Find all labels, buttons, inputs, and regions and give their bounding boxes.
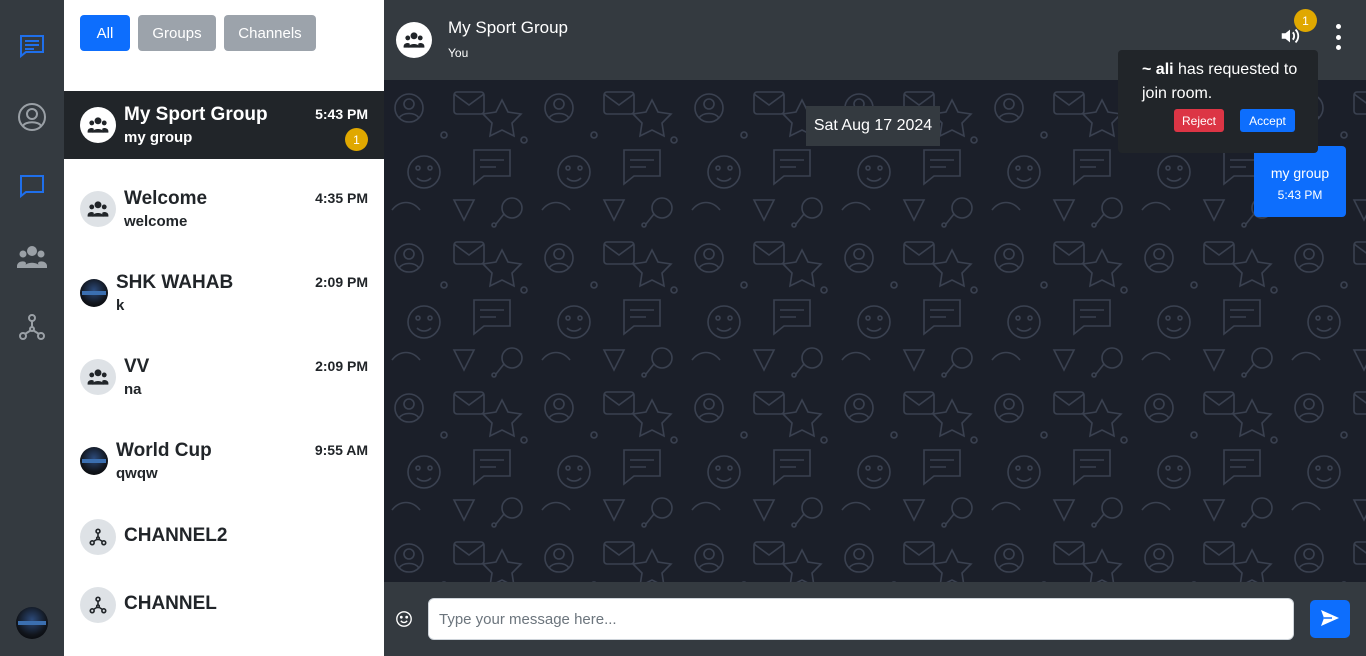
more-options-icon[interactable] xyxy=(1328,24,1348,50)
chat-last-message: welcome xyxy=(124,213,188,230)
chat-name: My Sport Group xyxy=(124,104,268,125)
chat-time: 4:35 PM xyxy=(315,190,368,206)
chat-name: Welcome xyxy=(124,188,208,209)
doodle-background xyxy=(384,80,1366,582)
chat-time: 2:09 PM xyxy=(315,274,368,290)
chat-last-message: my group xyxy=(124,129,193,146)
chat-last-message: na xyxy=(124,381,142,398)
people-group-icon[interactable] xyxy=(16,241,48,273)
message-input[interactable] xyxy=(428,598,1294,640)
chat-time: 5:43 PM xyxy=(315,106,368,122)
messages-area: Sat Aug 17 2024 my group 5:43 PM xyxy=(384,80,1366,582)
chat-item-channel2[interactable]: CHANNEL2 xyxy=(64,511,384,579)
channel-icon xyxy=(80,587,116,623)
chat-item-my-sport-group[interactable]: My Sport Group my group 5:43 PM 1 xyxy=(64,91,384,159)
chat-time: 9:55 AM xyxy=(314,442,368,458)
chat-lines-icon[interactable] xyxy=(16,30,48,62)
chat-name: World Cup xyxy=(116,440,212,461)
chat-bubble-icon[interactable] xyxy=(16,170,48,202)
group-icon xyxy=(80,107,116,143)
chat-item-world-cup[interactable]: World Cup qwqw 9:55 AM xyxy=(64,427,384,495)
message-text: my group xyxy=(1270,165,1330,181)
contact-avatar xyxy=(80,279,108,307)
filter-groups-button[interactable]: Groups xyxy=(138,15,216,51)
chat-item-channel[interactable]: CHANNEL xyxy=(64,579,384,647)
notification-badge: 1 xyxy=(1294,9,1317,32)
filter-channels-button[interactable]: Channels xyxy=(224,15,316,51)
requesting-user: ~ ali xyxy=(1142,61,1174,78)
chat-last-message: qwqw xyxy=(116,465,158,482)
chat-name: SHK WAHAB xyxy=(116,272,234,293)
filter-tabs: All Groups Channels xyxy=(80,15,316,51)
join-request-text: ~ ali has requested to join room. xyxy=(1142,58,1302,106)
chat-subtitle: You xyxy=(448,46,469,60)
channel-icon xyxy=(80,519,116,555)
message-composer xyxy=(384,582,1366,656)
chat-item-shk-wahab[interactable]: SHK WAHAB k 2:09 PM xyxy=(64,259,384,327)
chat-name: VV xyxy=(124,356,150,377)
chat-title: My Sport Group xyxy=(448,18,568,37)
chat-name: CHANNEL2 xyxy=(124,525,228,546)
join-request-popup: ~ ali has requested to join room. Reject… xyxy=(1118,50,1318,153)
left-rail xyxy=(0,0,64,656)
group-icon xyxy=(80,359,116,395)
filter-all-button[interactable]: All xyxy=(80,15,130,51)
date-separator: Sat Aug 17 2024 xyxy=(806,106,940,146)
chat-item-vv[interactable]: VV na 2:09 PM xyxy=(64,343,384,411)
accept-button[interactable]: Accept xyxy=(1240,109,1295,132)
emoji-icon[interactable] xyxy=(394,609,414,629)
chat-item-welcome[interactable]: Welcome welcome 4:35 PM xyxy=(64,175,384,243)
send-button[interactable] xyxy=(1310,600,1350,638)
chat-list-panel: All Groups Channels My Sport Group my gr… xyxy=(64,0,384,656)
chat-last-message: k xyxy=(116,297,125,314)
chat-name: CHANNEL xyxy=(124,593,217,614)
outgoing-message[interactable]: my group 5:43 PM xyxy=(1254,146,1346,217)
message-time: 5:43 PM xyxy=(1277,188,1323,202)
send-icon xyxy=(1320,608,1340,631)
chat-time: 2:09 PM xyxy=(315,358,368,374)
group-icon[interactable] xyxy=(396,22,432,58)
group-icon xyxy=(80,191,116,227)
contact-avatar xyxy=(80,447,108,475)
unread-badge: 1 xyxy=(345,128,368,151)
channel-hub-icon[interactable] xyxy=(16,311,48,343)
reject-button[interactable]: Reject xyxy=(1174,109,1224,132)
user-circle-icon[interactable] xyxy=(16,101,48,133)
profile-avatar[interactable] xyxy=(16,607,48,639)
